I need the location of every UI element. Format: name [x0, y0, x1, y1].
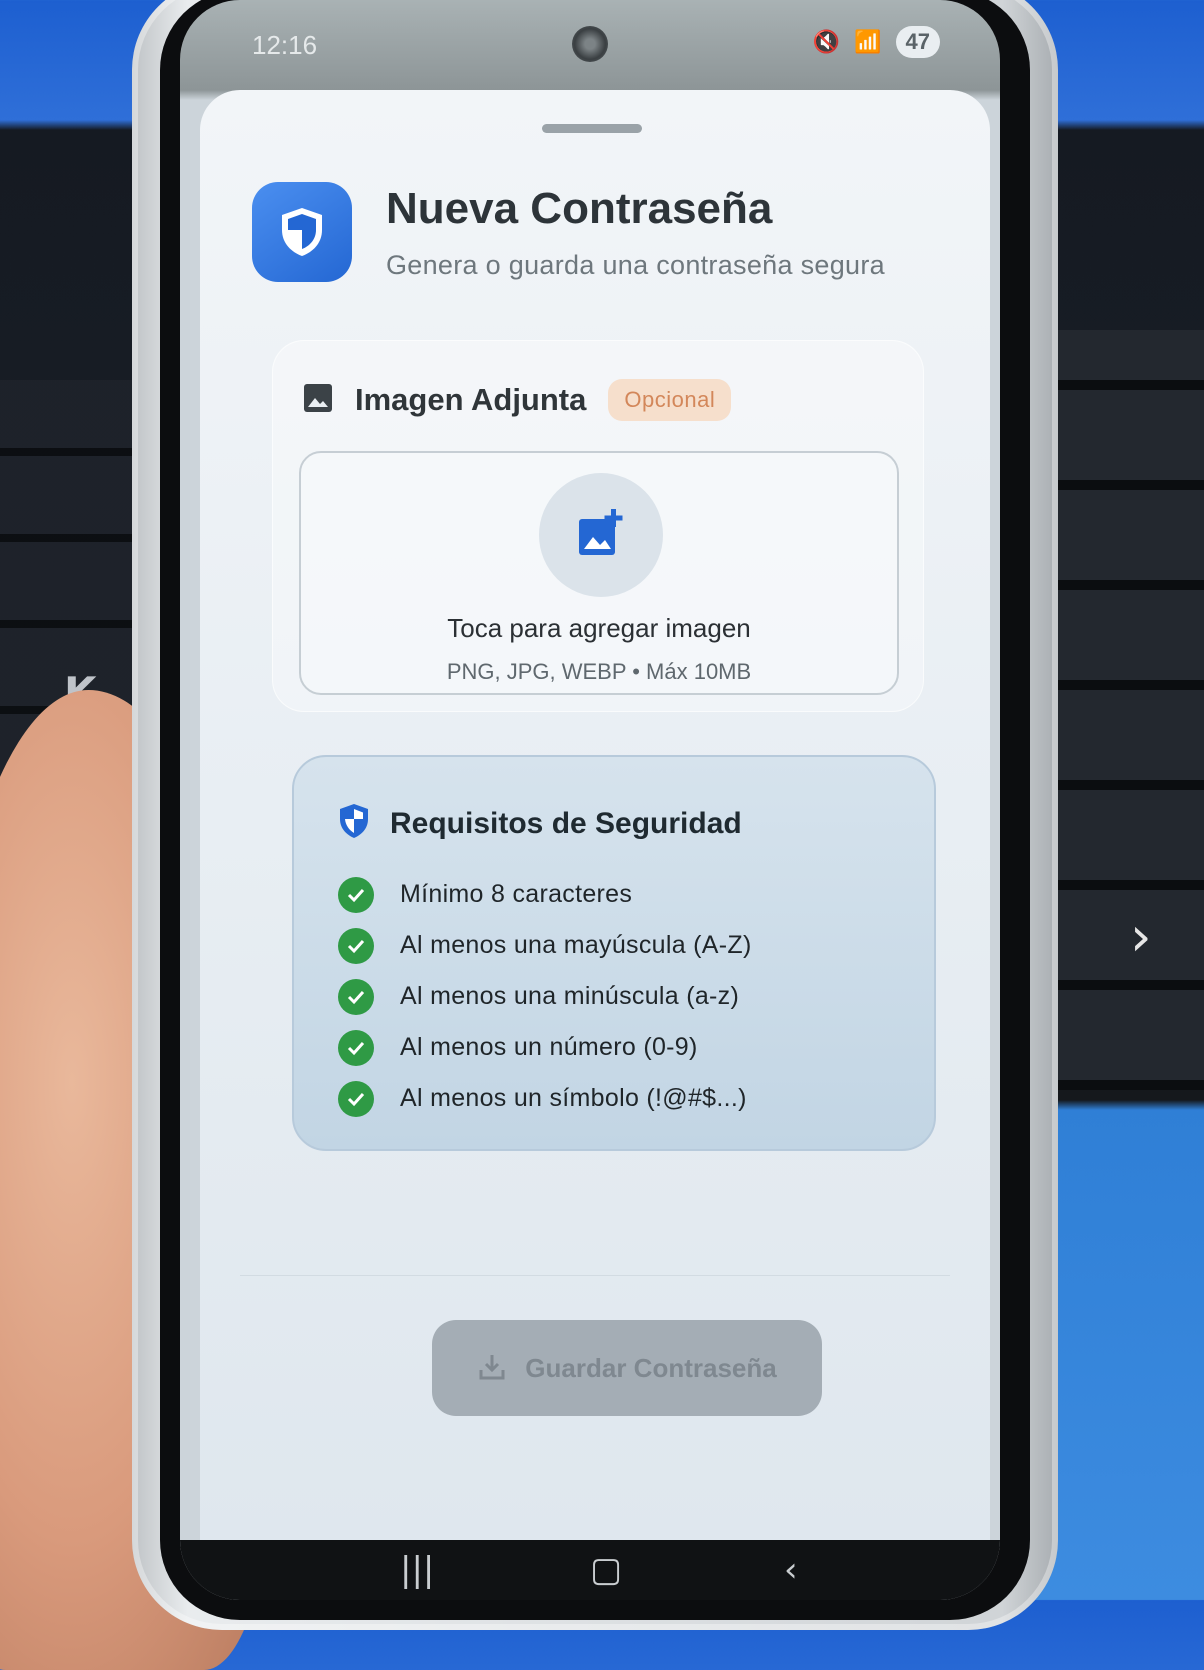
requirement-item: Al menos una minúscula (a-z) — [338, 971, 752, 1022]
upload-hint: PNG, JPG, WEBP • Máx 10MB — [446, 659, 752, 684]
shield-icon — [252, 182, 352, 282]
security-requirements-card: Requisitos de Seguridad Mínimo 8 caracte… — [292, 755, 936, 1151]
security-title: Requisitos de Seguridad — [390, 806, 742, 840]
download-icon — [477, 1352, 507, 1385]
page-subtitle: Genera o guarda una contraseña segura — [386, 250, 885, 280]
wifi-icon: 📶 — [854, 29, 882, 55]
check-circle-icon — [338, 978, 374, 1015]
check-circle-icon — [338, 1029, 374, 1066]
save-password-button[interactable]: Guardar Contraseña — [432, 1320, 822, 1416]
check-circle-icon — [338, 927, 374, 964]
bottom-sheet: Nueva Contraseña Genera o guarda una con… — [200, 90, 990, 1540]
phone-screen: 12:16 🔇 📶 47 Nueva Contraseña Genera o g… — [180, 0, 1000, 1600]
check-circle-icon — [338, 1080, 374, 1117]
image-section-header: Imagen Adjunta Opcional — [303, 379, 732, 421]
drag-handle[interactable] — [542, 124, 642, 133]
requirement-label: Al menos un símbolo (!@#$...) — [400, 1084, 747, 1112]
requirement-label: Al menos un número (0-9) — [400, 1033, 698, 1061]
requirement-item: Al menos un símbolo (!@#$...) — [338, 1073, 752, 1124]
recent-apps-icon[interactable]: ||| — [400, 1550, 434, 1590]
home-icon[interactable]: ▢ — [590, 1550, 622, 1590]
optional-badge: Opcional — [608, 379, 732, 421]
image-section-title: Imagen Adjunta — [355, 382, 587, 417]
requirement-label: Mínimo 8 caracteres — [400, 880, 633, 908]
status-icons: 🔇 📶 47 — [813, 26, 940, 58]
back-icon[interactable]: ‹ — [784, 1550, 798, 1590]
requirement-item: Mínimo 8 caracteres — [338, 869, 752, 920]
battery-indicator: 47 — [895, 26, 940, 58]
requirement-label: Al menos una minúscula (a-z) — [400, 982, 740, 1010]
page-title: Nueva Contraseña — [386, 184, 773, 233]
check-circle-icon — [338, 876, 374, 913]
security-header: Requisitos de Seguridad — [338, 803, 742, 844]
upload-title: Toca para agregar imagen — [447, 613, 751, 643]
requirements-list: Mínimo 8 caracteres Al menos una mayúscu… — [338, 869, 752, 1124]
add-photo-icon — [575, 507, 627, 564]
image-upload-area[interactable]: Toca para agregar imagen PNG, JPG, WEBP … — [299, 451, 899, 695]
divider — [240, 1275, 950, 1276]
save-password-label: Guardar Contraseña — [525, 1352, 777, 1383]
image-icon — [303, 383, 333, 418]
mute-icon: 🔇 — [812, 29, 841, 55]
background-keyboard-right — [1040, 330, 1204, 1090]
status-bar: 12:16 🔇 📶 47 — [180, 0, 1000, 90]
requirement-item: Al menos un número (0-9) — [338, 1022, 752, 1073]
keyboard-key-arrow: › — [1130, 905, 1152, 968]
front-camera — [572, 26, 608, 62]
status-time: 12:16 — [252, 30, 318, 60]
security-shield-icon — [338, 803, 370, 844]
android-nav-bar: ||| ▢ ‹ — [180, 1540, 1000, 1600]
add-image-button[interactable] — [539, 473, 663, 597]
image-attachment-card: Imagen Adjunta Opcional Toca para agrega… — [272, 340, 924, 712]
requirement-label: Al menos una mayúscula (A-Z) — [400, 931, 752, 959]
requirement-item: Al menos una mayúscula (A-Z) — [338, 920, 752, 971]
